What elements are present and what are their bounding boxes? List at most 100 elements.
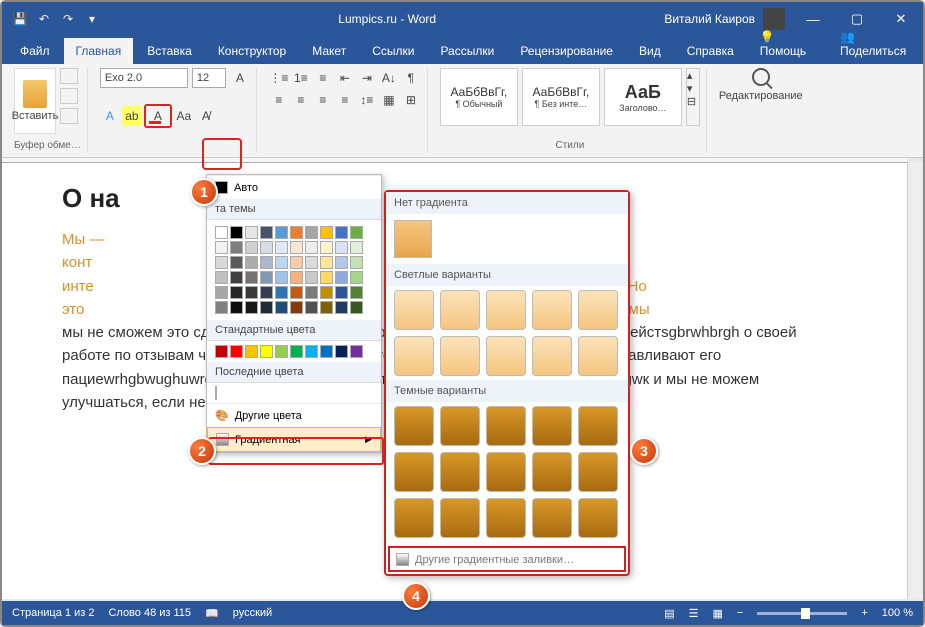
language-status[interactable]: русский xyxy=(233,607,272,619)
change-case-icon[interactable]: Aa xyxy=(174,106,194,126)
callout-badge-2: 2 xyxy=(188,437,216,465)
gradient-swatch[interactable] xyxy=(394,290,434,330)
recent-colors-header: Последние цвета xyxy=(207,362,381,383)
align-left-icon[interactable]: ≡ xyxy=(269,90,289,110)
color-auto[interactable]: Авто xyxy=(207,175,381,199)
indent-dec-icon[interactable]: ⇤ xyxy=(335,68,355,88)
align-center-icon[interactable]: ≡ xyxy=(291,90,311,110)
more-gradients-item[interactable]: Другие градиентные заливки… xyxy=(388,546,626,572)
indent-inc-icon[interactable]: ⇥ xyxy=(357,68,377,88)
recent-color-swatch[interactable] xyxy=(215,386,217,400)
line-spacing-icon[interactable]: ↕≡ xyxy=(357,90,377,110)
group-clipboard: Вставить Буфер обме… xyxy=(8,68,88,153)
color-swatch[interactable] xyxy=(215,226,228,239)
page-status[interactable]: Страница 1 из 2 xyxy=(12,607,94,619)
shading-icon[interactable]: ▦ xyxy=(379,90,399,110)
numbering-icon[interactable]: 1≡ xyxy=(291,68,311,88)
dark-variants-header: Темные варианты xyxy=(386,380,628,402)
undo-icon[interactable]: ↶ xyxy=(36,11,52,27)
styles-more-icon[interactable]: ⊟ xyxy=(687,95,699,108)
tab-view[interactable]: Вид xyxy=(627,38,673,64)
tab-help-q[interactable]: 💡 Помощь xyxy=(748,24,826,64)
sort-icon[interactable]: A↓ xyxy=(379,68,399,88)
palette-icon: 🎨 xyxy=(215,409,229,422)
tab-design[interactable]: Конструктор xyxy=(206,38,298,64)
autosave-icon[interactable]: 💾 xyxy=(12,11,28,27)
light-variants-header: Светлые варианты xyxy=(386,264,628,286)
tab-share[interactable]: 👥 Поделиться xyxy=(828,24,923,64)
ribbon-tabs: Файл Главная Вставка Конструктор Макет С… xyxy=(2,36,923,64)
borders-icon[interactable]: ⊞ xyxy=(401,90,421,110)
style-no-spacing[interactable]: АаБбВвГг,¶ Без инте… xyxy=(522,68,600,126)
font-color-button[interactable]: A xyxy=(144,104,172,128)
tab-help[interactable]: Справка xyxy=(675,38,746,64)
status-bar: Страница 1 из 2 Слово 48 из 115 📖 русски… xyxy=(2,601,923,625)
window-title: Lumpics.ru - Word xyxy=(110,12,664,26)
group-paragraph: ⋮≡ 1≡ ≡ ⇤ ⇥ A↓ ¶ ≡ ≡ ≡ ≡ ↕≡ ▦ ⊞ xyxy=(263,68,428,153)
callout-badge-1: 1 xyxy=(190,178,218,206)
grow-font-icon[interactable]: A xyxy=(230,68,250,88)
no-gradient-header: Нет градиента xyxy=(386,192,628,214)
dark-gradient-grid xyxy=(386,402,628,542)
tab-layout[interactable]: Макет xyxy=(300,38,358,64)
text-effects-icon[interactable]: A xyxy=(100,106,120,126)
paste-button[interactable]: Вставить xyxy=(14,68,56,134)
recent-colors xyxy=(207,383,381,403)
theme-colors-header: та темы xyxy=(207,199,381,220)
light-gradient-grid xyxy=(386,286,628,380)
highlight-marker-2 xyxy=(208,437,384,465)
find-icon[interactable] xyxy=(752,68,770,86)
editing-label[interactable]: Редактирование xyxy=(719,90,803,102)
tab-review[interactable]: Рецензирование xyxy=(508,38,625,64)
ribbon: Вставить Буфер обме… Exo 2.0 12 A A ab A… xyxy=(2,64,923,158)
font-color-dropdown: Авто та темы Стандартные цвета Последние… xyxy=(206,174,382,453)
qat-more-icon[interactable]: ▾ xyxy=(84,11,100,27)
multilevel-icon[interactable]: ≡ xyxy=(313,68,333,88)
tab-mailings[interactable]: Рассылки xyxy=(428,38,506,64)
align-right-icon[interactable]: ≡ xyxy=(313,90,333,110)
no-gradient-swatch[interactable] xyxy=(394,220,432,258)
zoom-out-icon[interactable]: − xyxy=(737,607,743,619)
tab-insert[interactable]: Вставка xyxy=(135,38,204,64)
user-name: Виталий Каиров xyxy=(664,12,755,26)
styles-up-icon[interactable]: ▴ xyxy=(687,69,699,82)
show-marks-icon[interactable]: ¶ xyxy=(401,68,421,88)
spellcheck-icon[interactable]: 📖 xyxy=(205,607,219,620)
group-styles: АаБбВвГг,¶ Обычный АаБбВвГг,¶ Без инте… … xyxy=(434,68,707,153)
word-count[interactable]: Слово 48 из 115 xyxy=(108,607,191,619)
callout-badge-3: 3 xyxy=(630,437,658,465)
styles-label: Стили xyxy=(440,140,700,151)
view-print-icon[interactable]: ☰ xyxy=(689,607,699,620)
format-painter-icon[interactable] xyxy=(60,108,78,124)
more-colors-item[interactable]: 🎨Другие цвета xyxy=(207,403,381,427)
tab-references[interactable]: Ссылки xyxy=(360,38,426,64)
vertical-scrollbar[interactable] xyxy=(907,162,923,599)
standard-colors-row xyxy=(207,341,381,362)
redo-icon[interactable]: ↷ xyxy=(60,11,76,27)
tab-file[interactable]: Файл xyxy=(8,38,62,64)
copy-icon[interactable] xyxy=(60,88,78,104)
highlight-marker-1 xyxy=(202,138,242,170)
tab-home[interactable]: Главная xyxy=(64,38,134,64)
justify-icon[interactable]: ≡ xyxy=(335,90,355,110)
styles-down-icon[interactable]: ▾ xyxy=(687,82,699,95)
style-normal[interactable]: АаБбВвГг,¶ Обычный xyxy=(440,68,518,126)
clear-format-icon[interactable]: A̸ xyxy=(196,106,216,126)
zoom-slider[interactable] xyxy=(757,612,847,615)
gradient-fill-icon xyxy=(396,553,409,566)
gradient-swatch[interactable] xyxy=(394,406,434,446)
style-heading1[interactable]: АаБЗаголово… xyxy=(604,68,682,126)
zoom-in-icon[interactable]: + xyxy=(861,607,867,619)
view-web-icon[interactable]: ▦ xyxy=(713,607,723,620)
highlight-icon[interactable]: ab xyxy=(122,106,142,126)
font-name-combo[interactable]: Exo 2.0 xyxy=(100,68,188,88)
theme-colors-grid xyxy=(207,220,381,320)
group-editing: Редактирование xyxy=(713,68,809,153)
font-size-combo[interactable]: 12 xyxy=(192,68,226,88)
callout-badge-4: 4 xyxy=(402,582,430,610)
bullets-icon[interactable]: ⋮≡ xyxy=(269,68,289,88)
view-read-icon[interactable]: ▤ xyxy=(664,607,674,620)
zoom-level[interactable]: 100 % xyxy=(882,607,913,619)
gradient-dropdown: Нет градиента Светлые варианты Темные ва… xyxy=(384,190,630,576)
cut-icon[interactable] xyxy=(60,68,78,84)
